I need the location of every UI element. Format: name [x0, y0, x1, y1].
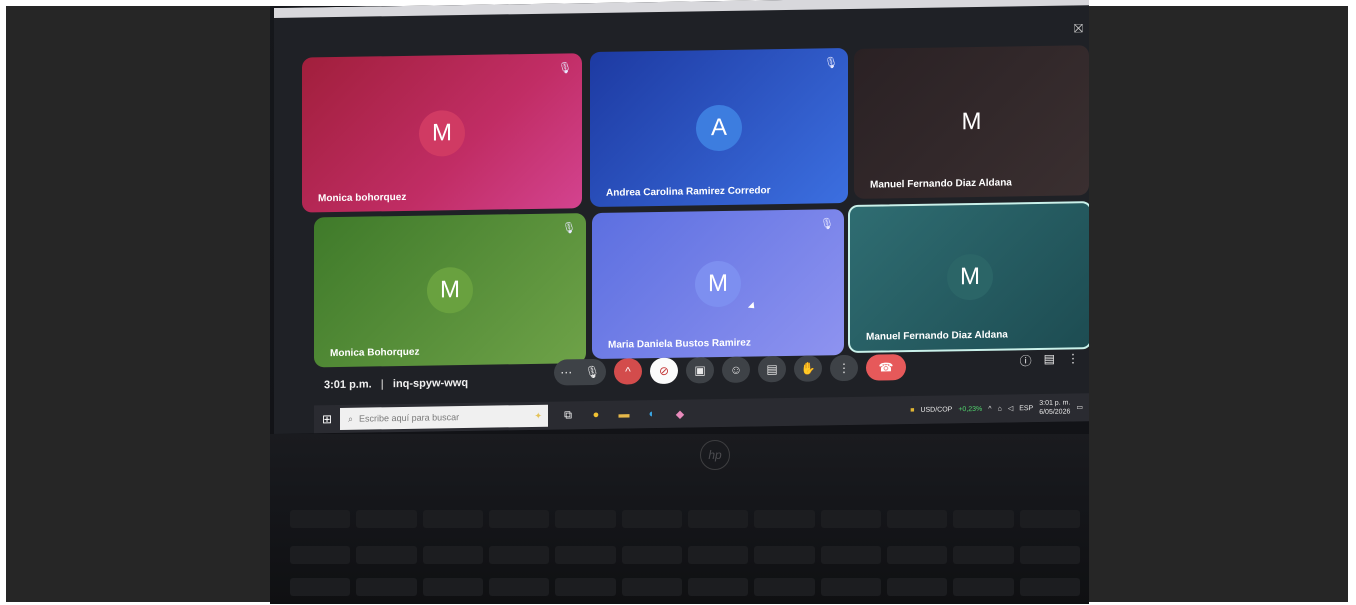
currency-change: +0,23%: [958, 405, 983, 413]
browser-top-bar: [274, 0, 1089, 19]
phone-icon: ☎: [878, 360, 894, 375]
participant-name: Manuel Fernando Diaz Aldana: [870, 177, 1012, 191]
hp-logo: hp: [700, 440, 730, 470]
participant-tile[interactable]: 🎙 A Andrea Carolina Ramirez Corredor: [590, 47, 848, 208]
pinned-apps: ⧉ ● ▬ ◐ ◆: [556, 402, 692, 426]
top-right-icons: ⛝: [1074, 21, 1083, 36]
sparkle-icon: ✦: [534, 410, 542, 421]
avatar: A: [696, 104, 742, 151]
avatar: M: [961, 107, 982, 136]
avatar: M: [695, 260, 741, 308]
windows-icon: ⊞: [321, 412, 333, 427]
reactions-button[interactable]: ☺: [722, 356, 750, 383]
participant-name: Andrea Carolina Ramirez Corredor: [606, 185, 771, 199]
avatar: M: [427, 266, 473, 314]
tray-chevron-icon[interactable]: ^: [988, 405, 991, 412]
meeting-info: 3:01 p.m. | inq-spyw-wwq: [324, 377, 468, 391]
participant-tile[interactable]: 🎙 M Monica bohorquez: [302, 53, 582, 213]
clock-date: 6/05/2026: [1039, 408, 1071, 416]
more-actions-button[interactable]: ⋮: [830, 354, 858, 382]
participant-tile[interactable]: 🎙 M Maria Daniela Bustos Ramirez: [592, 209, 844, 360]
meeting-time: 3:01 p.m.: [324, 378, 372, 392]
edge-icon[interactable]: ◐: [640, 403, 664, 425]
chevron-up-icon: ^: [625, 364, 631, 379]
present-icon: ▣: [694, 363, 706, 378]
keyboard-row: [290, 510, 1080, 530]
hang-up-button[interactable]: ☎: [866, 354, 906, 381]
mic-off-icon: 🎙: [824, 57, 838, 70]
participant-tile-active[interactable]: M Manuel Fernando Diaz Aldana: [848, 201, 1089, 353]
system-tray: ■ USD/COP +0,23% ^ ⌂ ◁ ESP 3:01 p. m. 6/…: [910, 398, 1089, 419]
network-icon[interactable]: ⌂: [998, 405, 1002, 412]
avatar: M: [947, 253, 993, 301]
lang-label[interactable]: ESP: [1019, 405, 1033, 412]
participant-name: Monica Bohorquez: [330, 346, 420, 360]
no-video-icon[interactable]: ⛝: [1074, 21, 1083, 36]
keyboard-row: [290, 578, 1080, 598]
emoji-icon: ☺: [729, 362, 743, 377]
meeting-code[interactable]: inq-spyw-wwq: [393, 377, 468, 390]
present-button[interactable]: ▣: [686, 357, 714, 384]
camera-toggle-button[interactable]: ⊘: [650, 357, 678, 385]
hand-icon: ✋: [800, 361, 816, 376]
camera-off-icon: ⊘: [658, 363, 670, 378]
notifications-icon[interactable]: ▭: [1076, 403, 1083, 411]
activities-icon[interactable]: ⋮: [1067, 351, 1079, 368]
more-options-icon[interactable]: ⋯: [560, 365, 572, 379]
explorer-icon[interactable]: ▬: [612, 403, 636, 425]
volume-icon[interactable]: ◁: [1008, 404, 1013, 412]
side-controls: ⓘ ▤ ⋮: [1020, 351, 1079, 369]
start-button[interactable]: ⊞: [314, 405, 340, 433]
avatar: M: [419, 109, 465, 157]
mic-off-icon: 🎙: [562, 222, 576, 235]
participant-tile[interactable]: 🎙 M Monica Bohorquez: [314, 213, 586, 368]
info-icon[interactable]: ⓘ: [1020, 352, 1032, 369]
mic-icon[interactable]: 🎙: [585, 365, 600, 379]
captions-icon: ▤: [766, 362, 778, 377]
participant-tile[interactable]: M Manuel Fernando Diaz Aldana: [854, 45, 1089, 199]
search-placeholder: Escribe aquí para buscar: [359, 412, 460, 424]
keyboard-row: [290, 546, 1080, 566]
raise-hand-button[interactable]: ✋: [794, 355, 822, 382]
mic-off-icon: 🎙: [558, 62, 572, 75]
app-icon[interactable]: ◆: [668, 402, 692, 424]
search-icon: ⌕: [348, 413, 354, 424]
camera-options-button[interactable]: ^: [614, 358, 642, 385]
participant-name: Manuel Fernando Diaz Aldana: [866, 329, 1008, 343]
call-controls: ⋯ 🎙 ^ ⊘ ▣ ☺ ▤ ✋ ⋮ ☎: [554, 354, 906, 386]
taskbar-clock[interactable]: 3:01 p. m. 6/05/2026: [1039, 398, 1070, 416]
meeting-separator: |: [380, 378, 384, 391]
participant-name: Maria Daniela Bustos Ramirez: [608, 337, 751, 351]
chrome-icon[interactable]: ●: [584, 404, 608, 426]
participant-name: Monica bohorquez: [318, 191, 407, 205]
chat-icon[interactable]: ▤: [1044, 352, 1055, 369]
mic-off-icon: 🎙: [820, 218, 834, 231]
currency-label[interactable]: USD/COP: [920, 406, 952, 414]
taskbar-search[interactable]: ⌕ Escribe aquí para buscar ✦: [340, 404, 548, 430]
task-view-icon[interactable]: ⧉: [556, 404, 580, 426]
overflow-icon: ⋮: [838, 360, 850, 376]
meet-screen: ⛝ 🎙 M Monica bohorquez 🎙 A Andrea Caroli…: [274, 0, 1089, 434]
currency-icon: ■: [910, 406, 915, 414]
clock-time: 3:01 p. m.: [1039, 399, 1071, 407]
captions-button[interactable]: ▤: [758, 355, 786, 383]
audio-controls[interactable]: ⋯ 🎙: [554, 358, 606, 386]
